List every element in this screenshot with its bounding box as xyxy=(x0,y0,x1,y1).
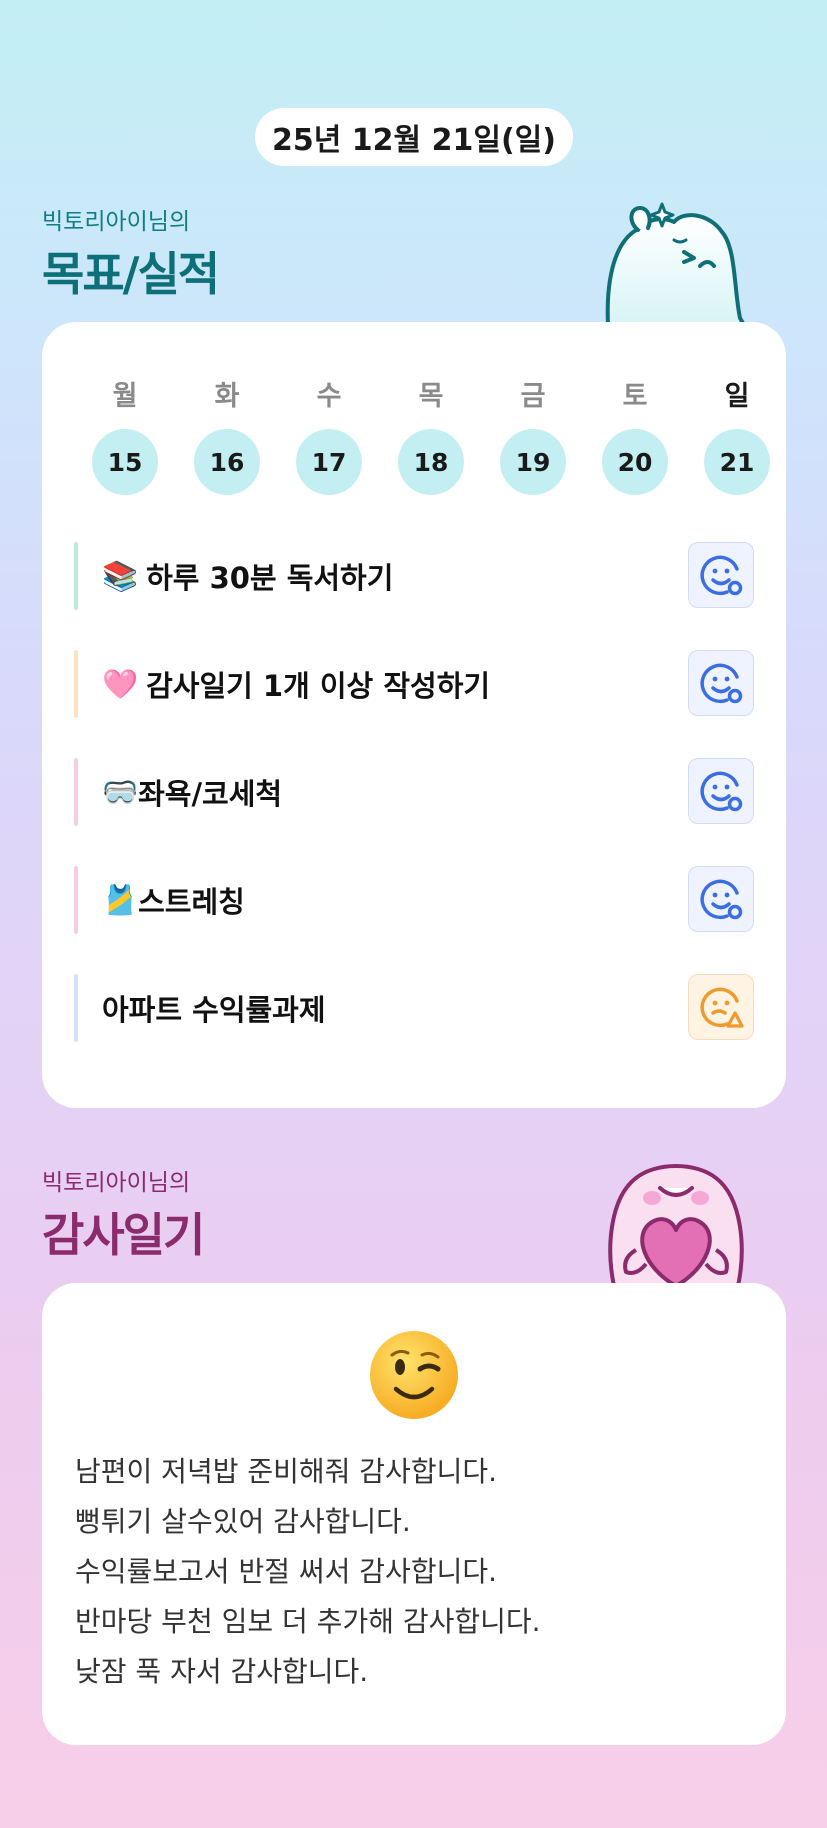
goal-status-button[interactable] xyxy=(688,974,754,1040)
diary-entries: 남편이 저녁밥 준비해줘 감사합니다. 뻥튀기 살수있어 감사합니다. 수익률보… xyxy=(75,1447,541,1697)
goal-label: 🎽 스트레칭 xyxy=(102,866,245,934)
goal-item[interactable]: 📚 하루 30분 독서하기 xyxy=(74,542,754,610)
diary-line: 낮잠 푹 자서 감사합니다. xyxy=(75,1655,369,1688)
goal-text: 아파트 수익률과제 xyxy=(102,993,326,1027)
goal-text: 스트레칭 xyxy=(138,885,245,919)
goal-item[interactable]: 🎽 스트레칭 xyxy=(74,866,754,934)
face-smile-blue-icon xyxy=(700,663,743,704)
current-date: 25년 12월 21일(일) xyxy=(272,123,556,158)
goal-color-bar xyxy=(74,974,78,1042)
goal-status-button[interactable] xyxy=(688,650,754,716)
diary-line: 반마당 부천 임보 더 추가해 감사합니다. xyxy=(75,1605,541,1638)
goal-label: 🥽 좌욕/코세척 xyxy=(102,758,282,826)
weekday-thu: 목 xyxy=(418,381,444,412)
weekday-fri: 금 xyxy=(520,381,546,412)
goals-owner-label: 빅토리아이님의 xyxy=(42,209,191,235)
book-stack-icon: 📚 xyxy=(102,558,139,593)
ghost-mascot-icon xyxy=(605,202,746,325)
pink-heart-icon: 🩷 xyxy=(102,666,139,701)
goal-item[interactable]: 아파트 수익률과제 xyxy=(74,974,754,1042)
diary-card: 남편이 저녁밥 준비해줘 감사합니다. 뻥튀기 살수있어 감사합니다. 수익률보… xyxy=(42,1283,786,1745)
goal-label: 📚 하루 30분 독서하기 xyxy=(102,542,393,610)
diary-line: 뻥튀기 살수있어 감사합니다. xyxy=(75,1505,411,1538)
weekday-sun: 일 xyxy=(724,381,750,412)
goal-color-bar xyxy=(74,866,78,934)
diary-section-header: 빅토리아이님의 감사일기 xyxy=(42,1163,205,1265)
goal-item[interactable]: 🩷 감사일기 1개 이상 작성하기 xyxy=(74,650,754,718)
goal-color-bar xyxy=(74,542,78,610)
goal-item[interactable]: 🥽 좌욕/코세척 xyxy=(74,758,754,826)
goal-text: 좌욕/코세척 xyxy=(138,777,283,811)
day-17[interactable]: 17 xyxy=(296,429,362,495)
goal-label: 🩷 감사일기 1개 이상 작성하기 xyxy=(102,650,490,718)
goal-color-bar xyxy=(74,758,78,826)
goal-color-bar xyxy=(74,650,78,718)
face-smile-blue-icon xyxy=(700,555,743,596)
running-shirt-icon: 🎽 xyxy=(102,882,139,917)
face-warning-orange-icon xyxy=(700,987,744,1028)
goals-section-header: 빅토리아이님의 목표/실적 xyxy=(42,202,220,304)
weekday-mon: 월 xyxy=(112,381,138,412)
day-20[interactable]: 20 xyxy=(602,429,668,495)
day-19[interactable]: 19 xyxy=(500,429,566,495)
day-16[interactable]: 16 xyxy=(194,429,260,495)
diary-title: 감사일기 xyxy=(42,1208,205,1262)
winking-face-icon xyxy=(370,1331,458,1419)
diary-owner-label: 빅토리아이님의 xyxy=(42,1170,191,1196)
heart-mascot-icon xyxy=(608,1164,744,1286)
day-selector: 15 16 17 18 19 20 21 xyxy=(74,429,788,495)
day-18[interactable]: 18 xyxy=(398,429,464,495)
goal-text: 감사일기 1개 이상 작성하기 xyxy=(146,669,491,703)
goal-status-button[interactable] xyxy=(688,866,754,932)
goal-status-button[interactable] xyxy=(688,758,754,824)
day-15[interactable]: 15 xyxy=(92,429,158,495)
weekday-sat: 토 xyxy=(622,381,648,412)
diary-line: 남편이 저녁밥 준비해줘 감사합니다. xyxy=(75,1455,498,1488)
face-smile-blue-icon xyxy=(700,771,743,812)
face-smile-blue-icon xyxy=(700,879,743,920)
goggles-icon: 🥽 xyxy=(102,774,139,809)
day-21[interactable]: 21 xyxy=(704,429,770,495)
diary-line: 수익률보고서 반절 써서 감사합니다. xyxy=(75,1555,498,1588)
goal-text: 하루 30분 독서하기 xyxy=(146,561,394,595)
date-pill: 25년 12월 21일(일) xyxy=(255,108,573,166)
weekday-tue: 화 xyxy=(214,381,240,412)
goal-status-button[interactable] xyxy=(688,542,754,608)
weekday-header: 월 화 수 목 금 토 일 xyxy=(74,374,788,413)
goals-title: 목표/실적 xyxy=(42,247,220,301)
goal-label: 아파트 수익률과제 xyxy=(102,974,326,1042)
goals-card: 월 화 수 목 금 토 일 15 16 17 18 19 20 21 📚 하루 … xyxy=(42,322,786,1108)
weekday-wed: 수 xyxy=(316,381,342,412)
